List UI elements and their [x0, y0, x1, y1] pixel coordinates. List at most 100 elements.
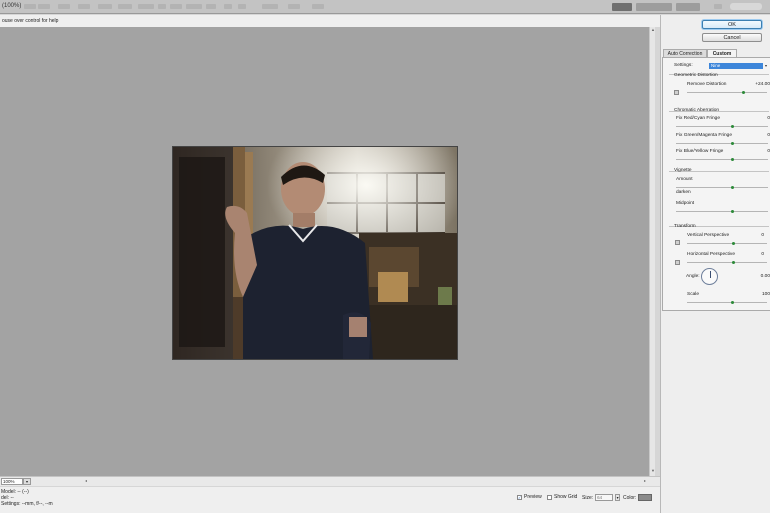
fix-green-magenta-label: Fix Green/Magenta Fringe	[676, 133, 732, 138]
vertical-scrollbar[interactable]: ▲ ▼	[649, 27, 655, 476]
vertical-perspective-value[interactable]: 0	[744, 233, 764, 238]
horizontal-perspective-slider[interactable]	[687, 262, 767, 263]
cs-live-search[interactable]	[730, 3, 762, 10]
menu-item-3d[interactable]	[158, 4, 166, 9]
tab-auto-correction[interactable]: Auto Correction	[663, 49, 707, 57]
scroll-left-icon[interactable]: ◂	[85, 478, 87, 483]
scroll-down-icon[interactable]: ▼	[651, 468, 655, 473]
angle-value[interactable]: 0.00	[750, 274, 770, 279]
fix-green-magenta-thumb[interactable]	[731, 142, 734, 145]
menu-item-file[interactable]	[24, 4, 36, 9]
grid-color-control: Color:	[623, 494, 653, 501]
vertical-perspective-icon	[675, 240, 680, 245]
window-title: (100%)	[2, 3, 22, 9]
workspace-design[interactable]	[676, 3, 700, 11]
scale-slider[interactable]	[687, 302, 767, 303]
preview-option[interactable]: ✓ Preview	[517, 494, 542, 500]
show-grid-checkbox[interactable]	[547, 494, 552, 500]
horizontal-perspective-value[interactable]: 0	[744, 252, 764, 257]
show-grid-label: Show Grid	[554, 494, 578, 500]
scale-label: Scale	[687, 292, 699, 297]
zoom-level-field[interactable]: 100%	[1, 478, 23, 485]
menu-item-view[interactable]	[170, 4, 182, 9]
settings-menu-icon[interactable]: ▾	[765, 63, 767, 68]
remove-distortion-thumb[interactable]	[742, 91, 745, 94]
scale-value[interactable]: 100	[758, 292, 770, 297]
grid-size-control: Size: 64 ▾	[582, 494, 621, 501]
tab-custom[interactable]: Custom	[707, 49, 737, 57]
menu-item-layer[interactable]	[78, 4, 90, 9]
camera-settings-text: Settings: --mm, f/--, --m	[1, 501, 53, 507]
fix-red-cyan-slider[interactable]	[676, 126, 768, 127]
fix-blue-yellow-thumb[interactable]	[731, 158, 734, 161]
vertical-perspective-thumb[interactable]	[732, 242, 735, 245]
remove-distortion-label: Remove Distortion	[687, 82, 727, 87]
vignette-amount-slider[interactable]	[676, 187, 768, 188]
cancel-button[interactable]: Cancel	[702, 33, 762, 42]
fix-red-cyan-label: Fix Red/Cyan Fringe	[676, 116, 720, 121]
vignette-midpoint-thumb[interactable]	[731, 210, 734, 213]
lens-correction-panel: OK Cancel Auto Correction Custom Setting…	[660, 15, 770, 513]
vignette-amount-label: Amount	[676, 177, 693, 182]
arrange-icon[interactable]	[288, 4, 300, 9]
menu-item-image[interactable]	[58, 4, 70, 9]
screen-mode-icon[interactable]	[312, 4, 324, 9]
vignette-amount-thumb[interactable]	[731, 186, 734, 189]
angle-label: Angle:	[686, 274, 700, 279]
geometric-distortion-heading: Geometric Distortion	[674, 73, 718, 78]
fix-green-magenta-slider[interactable]	[676, 143, 768, 144]
vertical-perspective-slider[interactable]	[687, 243, 767, 244]
settings-label: Settings:	[674, 63, 693, 68]
settings-dropdown[interactable]: Nine	[709, 63, 763, 69]
grid-size-label: Size:	[582, 494, 594, 501]
fix-red-cyan-thumb[interactable]	[731, 125, 734, 128]
photo-preview	[172, 146, 458, 360]
remove-distortion-slider[interactable]	[687, 92, 767, 93]
help-hint-text: ouse over control for help	[2, 18, 59, 24]
zoom-level-menu[interactable]	[262, 4, 278, 9]
remove-distortion-tool-icon[interactable]	[674, 90, 679, 95]
vertical-perspective-label: Vertical Perspective	[687, 233, 730, 238]
grid-size-field[interactable]: 64	[595, 494, 614, 501]
remove-distortion-value[interactable]: +24.00	[750, 82, 770, 87]
scroll-right-icon[interactable]: ▸	[644, 478, 646, 483]
menu-item-analysis[interactable]	[138, 4, 154, 9]
fix-blue-yellow-value[interactable]: 0	[758, 149, 770, 154]
transform-heading: Transform	[674, 224, 696, 229]
menu-item-help[interactable]	[206, 4, 216, 9]
zoom-dropdown-icon[interactable]: ▾	[23, 478, 31, 485]
ok-button[interactable]: OK	[702, 20, 762, 29]
fix-green-magenta-value[interactable]: 0	[758, 133, 770, 138]
minibridge-icon[interactable]	[238, 4, 246, 9]
grid-size-dropdown-icon[interactable]: ▾	[615, 494, 621, 501]
photo-image	[173, 147, 457, 359]
scroll-up-icon[interactable]: ▲	[651, 27, 655, 32]
horizontal-perspective-icon	[675, 260, 680, 265]
chromatic-aberration-heading: Chromatic Aberration	[674, 108, 720, 113]
preview-checkbox[interactable]: ✓	[517, 494, 522, 500]
fix-blue-yellow-slider[interactable]	[676, 159, 768, 160]
workspace-essentials[interactable]	[612, 3, 632, 11]
menu-item-window[interactable]	[186, 4, 202, 9]
horizontal-perspective-label: Horizontal Perspective	[687, 252, 735, 257]
workspace-photography[interactable]	[636, 3, 672, 11]
show-grid-option[interactable]: Show Grid	[547, 494, 577, 500]
menu-bar: (100%)	[0, 0, 770, 14]
menu-item-select[interactable]	[98, 4, 112, 9]
scale-thumb[interactable]	[731, 301, 734, 304]
menu-item-edit[interactable]	[38, 4, 50, 9]
horizontal-perspective-thumb[interactable]	[732, 261, 735, 264]
angle-needle	[709, 271, 711, 278]
workspace-more-icon[interactable]	[714, 4, 722, 9]
help-hint-bar: ouse over control for help	[0, 15, 660, 27]
vignette-midpoint-slider[interactable]	[676, 211, 768, 212]
vignette-heading: Vignette	[674, 168, 692, 173]
vignette-midpoint-label: Midpoint	[676, 201, 695, 206]
menu-item-filter[interactable]	[118, 4, 132, 9]
fix-blue-yellow-label: Fix Blue/Yellow Fringe	[676, 149, 724, 154]
preview-label: Preview	[524, 494, 542, 500]
bridge-icon[interactable]	[224, 4, 232, 9]
angle-dial[interactable]	[701, 268, 718, 285]
grid-color-swatch[interactable]	[638, 494, 653, 501]
fix-red-cyan-value[interactable]: 0	[758, 116, 770, 121]
